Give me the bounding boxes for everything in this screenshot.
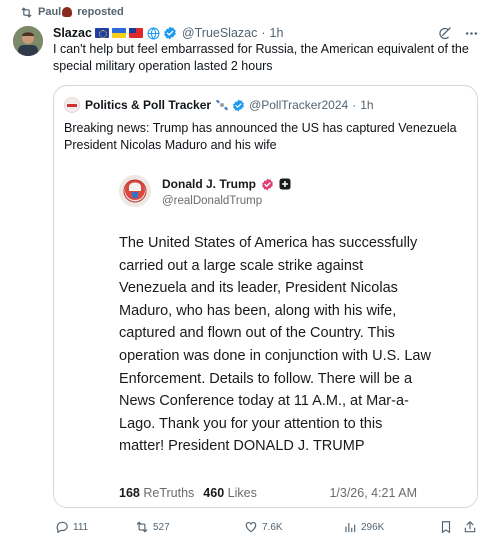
quoted-author-avatar[interactable]: [64, 97, 80, 113]
tweet-text: I can't help but feel embarrassed for Ru…: [53, 42, 469, 73]
repost-count: 527: [153, 521, 170, 533]
ghost-emoji-icon: [62, 7, 73, 17]
author-avatar[interactable]: [13, 26, 43, 56]
truth-author-avatar: [119, 175, 151, 207]
quoted-tweet-header: Politics & Poll Tracker @PollTracker2024…: [64, 97, 467, 113]
separator-dot: ·: [261, 26, 266, 40]
tweet-action-bar: 111 527 7.6K 296K: [55, 518, 481, 536]
repost-button[interactable]: 527: [135, 520, 170, 534]
views-count: 296K: [361, 521, 385, 533]
grok-icon[interactable]: [437, 26, 452, 41]
quoted-author-name[interactable]: Politics & Poll Tracker: [85, 98, 211, 112]
eu-flag-icon: [94, 28, 109, 38]
retruths-count: 168: [119, 486, 140, 500]
truth-likes-count: 460: [203, 486, 225, 500]
reposter-name[interactable]: Paul: [38, 6, 61, 18]
reply-count: 111: [73, 521, 89, 533]
repost-action-icon: [136, 521, 148, 533]
quoted-verified-badge-icon[interactable]: [232, 99, 245, 112]
repost-suffix: reposted: [77, 6, 124, 18]
ukraine-flag-icon: [111, 28, 126, 38]
tweet-time[interactable]: 1h: [270, 26, 284, 40]
quoted-tweet-text: Breaking news: Trump has announced the U…: [64, 121, 457, 152]
reply-icon: [56, 521, 68, 534]
author-handle[interactable]: @TrueSlazac: [182, 26, 257, 40]
like-button[interactable]: 7.6K: [244, 520, 283, 534]
views-button[interactable]: 296K: [343, 520, 384, 534]
repost-header: Paul reposted: [20, 4, 124, 20]
globe-icon: [147, 27, 160, 39]
taiwan-flag-icon: [128, 28, 143, 38]
truth-author-name: Donald J. Trump: [162, 177, 257, 191]
share-icon: [464, 521, 476, 533]
quoted-tweet-card[interactable]: Politics & Poll Tracker @PollTracker2024…: [53, 85, 478, 508]
reply-button[interactable]: 111: [55, 520, 88, 534]
verified-badge-icon[interactable]: [163, 26, 177, 40]
truth-author-row: Donald J. Trump: [162, 177, 291, 191]
quoted-tweet-time[interactable]: 1h: [360, 98, 373, 112]
truth-likes-stat: 460 Likes: [203, 486, 257, 500]
tweet-header: Slazac @TrueSlazac · 1h: [53, 24, 479, 42]
more-options-icon[interactable]: [464, 26, 479, 41]
like-count: 7.6K: [262, 521, 283, 533]
bookmark-button[interactable]: [439, 520, 453, 534]
truth-social-screenshot[interactable]: Donald J. Trump @realDonaldTrump The Uni…: [54, 157, 477, 507]
truth-stats: 168 ReTruths 460 Likes: [119, 486, 257, 500]
truth-author-handle: @realDonaldTrump: [162, 195, 263, 207]
views-chart-icon: [345, 522, 356, 533]
retruths-stat: 168 ReTruths: [119, 486, 194, 500]
truth-post-date: 1/3/26, 4:21 AM: [329, 486, 417, 500]
quoted-separator-dot: ·: [352, 98, 357, 112]
truth-verified-badge-icon: [262, 178, 273, 190]
author-name[interactable]: Slazac: [53, 26, 92, 40]
quoted-author-handle[interactable]: @PollTracker2024: [249, 98, 348, 112]
heart-icon: [245, 522, 257, 533]
retruths-label: ReTruths: [143, 486, 195, 500]
bookmark-icon: [441, 521, 451, 534]
satellite-emoji-icon: [215, 99, 229, 111]
share-button[interactable]: [463, 520, 477, 534]
truth-post-body: The United States of America has success…: [119, 235, 431, 455]
repost-icon: [21, 7, 32, 17]
truth-plus-badge-icon: [279, 178, 291, 190]
truth-likes-label: Likes: [227, 486, 257, 500]
